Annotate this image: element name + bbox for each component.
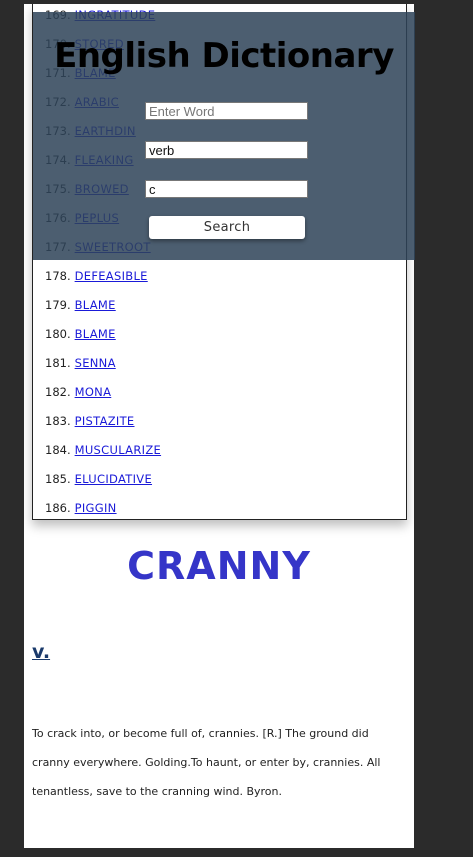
part-of-speech-link[interactable]: v. <box>32 641 50 663</box>
list-item: 180. BLAME <box>45 320 161 349</box>
search-panel: English Dictionary Enter Word verb c Sea… <box>33 12 415 260</box>
list-item: 186. PIGGIN <box>45 494 161 519</box>
definition-text: To crack into, or become full of, cranni… <box>32 727 381 798</box>
list-item: 179. BLAME <box>45 291 161 320</box>
list-item-number: 184. <box>45 443 71 457</box>
list-item: 184. MUSCULARIZE <box>45 436 161 465</box>
word-link[interactable]: PIGGIN <box>75 501 117 515</box>
list-item: 182. MONA <box>45 378 161 407</box>
word-link[interactable]: MONA <box>75 385 112 399</box>
list-item-number: 182. <box>45 385 71 399</box>
word-link[interactable]: PISTAZITE <box>75 414 135 428</box>
list-item: 185. ELUCIDATIVE <box>45 465 161 494</box>
list-item-number: 178. <box>45 269 71 283</box>
word-link[interactable]: SENNA <box>75 356 116 370</box>
word-link[interactable]: MUSCULARIZE <box>75 443 161 457</box>
list-item: 178. DEFEASIBLE <box>45 262 161 291</box>
list-item-number: 179. <box>45 298 71 312</box>
list-item: 183. PISTAZITE <box>45 407 161 436</box>
list-item-number: 185. <box>45 472 71 486</box>
list-item-number: 181. <box>45 356 71 370</box>
list-item-number: 186. <box>45 501 71 515</box>
part-of-speech-input[interactable]: verb <box>145 141 308 159</box>
list-item-number: 180. <box>45 327 71 341</box>
search-button[interactable]: Search <box>149 216 305 239</box>
result-headword: CRANNY <box>127 544 311 588</box>
word-input[interactable]: Enter Word <box>145 102 308 120</box>
word-link[interactable]: ELUCIDATIVE <box>75 472 152 486</box>
app-title: English Dictionary <box>54 36 394 76</box>
word-link[interactable]: BLAME <box>75 298 116 312</box>
list-item: 181. SENNA <box>45 349 161 378</box>
letter-input[interactable]: c <box>145 180 308 198</box>
word-link[interactable]: DEFEASIBLE <box>75 269 148 283</box>
word-link[interactable]: BLAME <box>75 327 116 341</box>
list-item-number: 183. <box>45 414 71 428</box>
